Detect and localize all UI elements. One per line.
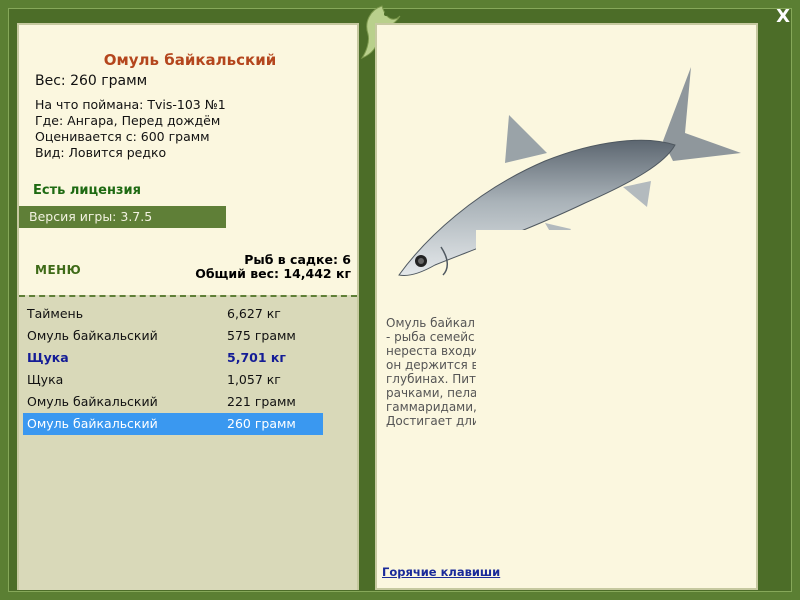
fish-weight: Вес: 260 грамм	[35, 73, 148, 89]
list-item[interactable]: Таймень 6,627 кг	[23, 303, 323, 325]
list-item[interactable]: Омуль байкальский 575 грамм	[23, 325, 323, 347]
list-item-weight: 260 грамм	[227, 416, 296, 431]
catch-info-panel: Омуль байкальский Вес: 260 грамм На что …	[17, 23, 359, 590]
description-occluder	[476, 230, 676, 440]
where-line: Где: Ангара, Перед дождём	[35, 113, 221, 128]
list-item-weight: 5,701 кг	[227, 350, 286, 365]
list-item[interactable]: Щука 5,701 кг	[23, 347, 323, 369]
list-item-weight: 575 грамм	[227, 328, 296, 343]
kind-line: Вид: Ловится редко	[35, 145, 167, 160]
menu-button[interactable]: МЕНЮ	[35, 263, 81, 277]
version-bar: Версия игры: 3.7.5	[19, 206, 226, 228]
list-item[interactable]: Омуль байкальский 221 грамм	[23, 391, 323, 413]
list-item-name: Щука	[27, 350, 69, 365]
cage-stats: Рыб в садке: 6 Общий вес: 14,442 кг	[195, 253, 351, 281]
total-weight: Общий вес: 14,442 кг	[195, 266, 351, 281]
list-item-weight: 6,627 кг	[227, 306, 281, 321]
list-item-name: Омуль байкальский	[27, 416, 158, 431]
fish-description-panel: Омуль байкал igratorius) - рыба семейс к…	[375, 23, 758, 590]
fish-title: Омуль байкальский	[103, 51, 277, 69]
fish-details: На что поймана: Tvis-103 №1 Где: Ангара,…	[35, 97, 226, 161]
valued-from-line: Оценивается с: 600 грамм	[35, 129, 210, 144]
catch-list: Таймень 6,627 кг Омуль байкальский 575 г…	[19, 295, 357, 590]
fish-count: Рыб в садке: 6	[244, 252, 351, 267]
list-item-name: Омуль байкальский	[27, 394, 158, 409]
list-item-name: Щука	[27, 372, 64, 387]
close-button[interactable]: X	[776, 6, 790, 27]
list-item-name: Омуль байкальский	[27, 328, 158, 343]
list-item-selected[interactable]: Омуль байкальский 260 грамм	[23, 413, 323, 435]
caught-on-line: На что поймана: Tvis-103 №1	[35, 97, 226, 112]
list-item-weight: 221 грамм	[227, 394, 296, 409]
list-item[interactable]: Щука 1,057 кг	[23, 369, 323, 391]
license-status: Есть лицензия	[33, 183, 141, 198]
list-item-name: Таймень	[27, 306, 84, 321]
hotkeys-link[interactable]: Горячие клавиши	[382, 565, 500, 579]
list-item-weight: 1,057 кг	[227, 372, 281, 387]
